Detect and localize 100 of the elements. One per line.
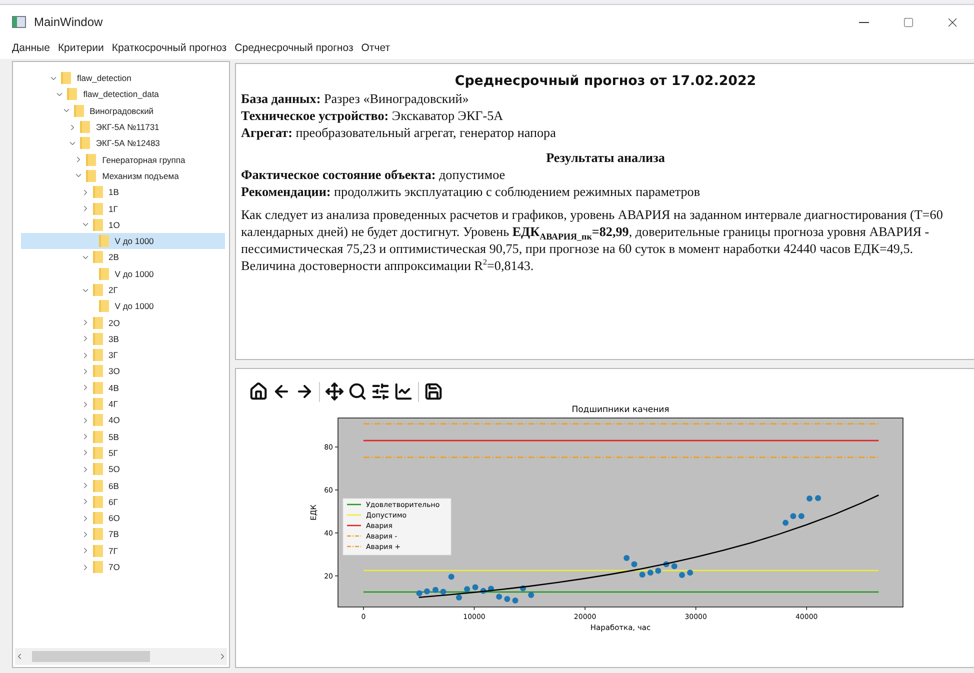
tree-label: 4Г <box>108 399 118 410</box>
tree-label: 3О <box>108 366 120 376</box>
tree-label: 7О <box>108 562 120 572</box>
save-button[interactable] <box>423 381 444 402</box>
configure-button[interactable] <box>370 381 391 402</box>
tree-label: 4В <box>108 382 119 393</box>
tree-label: 6О <box>108 513 120 524</box>
tree-label: 6Г <box>108 496 118 507</box>
tree-item[interactable]: 2О <box>21 314 225 331</box>
sliders-icon <box>371 382 390 401</box>
folder-icon <box>80 121 90 134</box>
folder-icon <box>92 316 102 329</box>
tree-item[interactable]: 4В <box>21 380 225 396</box>
tree-item[interactable]: 1Г <box>21 200 225 217</box>
tree-item[interactable]: 6Г <box>21 494 225 510</box>
tree-item[interactable]: flaw_detection_data <box>21 86 225 103</box>
tree-item[interactable]: 5Г <box>21 444 225 462</box>
detail-line: Техническое устройство: Экскаватор ЭКГ-5А <box>241 107 504 124</box>
tree-item[interactable]: 6О <box>21 510 225 526</box>
folder-icon <box>61 72 71 84</box>
scrollbar-thumb[interactable] <box>32 651 150 662</box>
folder-icon <box>92 544 102 557</box>
tree-item[interactable]: 4Г <box>21 396 225 412</box>
tree-label: 3В <box>108 334 119 344</box>
tree-item[interactable]: 2Г <box>21 282 225 298</box>
tree-item[interactable]: 3В <box>21 330 225 348</box>
folder-icon <box>92 202 102 215</box>
tree-item[interactable]: ЭКГ-5А №11731 <box>21 118 225 136</box>
scroll-right-icon[interactable] <box>218 652 227 661</box>
tree-item[interactable]: ЭКГ-5А №12483 <box>21 135 225 152</box>
menu-item[interactable]: Данные <box>8 42 54 54</box>
horizontal-scrollbar[interactable] <box>15 648 227 665</box>
detail-line: База данных: Разрез «Виноградовский» <box>241 90 470 107</box>
tree-label: 5О <box>108 464 120 474</box>
tree-item[interactable]: 7О <box>21 558 225 576</box>
folder-icon <box>92 446 102 459</box>
tree-label: ЭКГ-5А №11731 <box>96 122 160 132</box>
folder-icon <box>92 332 102 345</box>
detail-line: Агрегат: преобразовательный агрегат, генератор напора <box>241 124 557 141</box>
tree-item[interactable]: 1В <box>21 184 225 200</box>
tree-item[interactable]: 3Г <box>21 347 225 364</box>
folder-icon <box>92 430 102 443</box>
tree-item[interactable]: 7В <box>21 526 225 543</box>
section-title: Результаты анализа <box>545 149 666 166</box>
folder-icon <box>80 137 90 150</box>
maximize-icon <box>902 16 914 28</box>
tree-item[interactable]: 2В <box>21 249 225 266</box>
menu-item[interactable]: Критерии <box>54 42 108 54</box>
tree-label: 7Г <box>108 546 118 556</box>
tree-item[interactable]: 5В <box>21 428 225 445</box>
tree-item[interactable]: 1О <box>21 216 225 233</box>
tree-label: 5Г <box>108 448 118 458</box>
tree-label: V до 1000 <box>114 301 154 312</box>
menu-item[interactable]: Среднесрочный прогноз <box>230 42 358 54</box>
tree-item[interactable]: 4О <box>21 412 225 429</box>
folder-icon <box>86 170 96 182</box>
tree-item[interactable]: V до 1000 <box>21 298 225 314</box>
tree-item[interactable]: Генераторная группа <box>21 151 225 168</box>
menu-item[interactable]: Отчет <box>357 42 394 54</box>
zoom-button[interactable] <box>347 381 368 402</box>
folder-icon <box>92 186 102 198</box>
finding-line: Фактическое состояние объекта: допустимое <box>241 166 506 183</box>
folder-icon <box>92 251 102 264</box>
tree-item[interactable]: 5О <box>21 461 225 478</box>
report-title: Среднесрочный прогноз от 17.02.2022 <box>454 74 758 90</box>
folder-icon <box>67 88 78 100</box>
tree-label: 1О <box>108 220 120 230</box>
tree-item[interactable]: 7Г <box>21 542 225 559</box>
arrow-right-icon <box>295 382 314 401</box>
tree-item[interactable]: Виноградовский <box>21 102 225 119</box>
tree-label: flaw_detection_data <box>83 89 159 100</box>
tree-item[interactable]: 6В <box>21 477 225 494</box>
folder-icon <box>92 528 102 540</box>
window-title: MainWindow <box>34 15 104 29</box>
folder-icon <box>92 561 102 574</box>
home-icon <box>249 382 268 401</box>
tree-item[interactable]: 3О <box>21 363 225 380</box>
tree-label: 2Г <box>108 285 118 295</box>
tree-item[interactable]: flaw_detection <box>21 70 225 86</box>
folder-icon <box>92 365 102 378</box>
tree-label: 6В <box>108 480 119 491</box>
tree-label: 5В <box>108 432 119 442</box>
edit-axes-button[interactable] <box>393 381 414 402</box>
pan-button[interactable] <box>324 381 345 402</box>
tree-item[interactable]: V до 1000 <box>21 266 225 282</box>
tree-label: Виноградовский <box>90 106 154 116</box>
tree-label: 2О <box>108 318 120 328</box>
scroll-left-icon[interactable] <box>15 652 24 661</box>
finding-line: Рекомендации: продолжить эксплуатацию с соблюдением режимных параметров <box>241 183 702 200</box>
folder-icon <box>98 300 109 312</box>
menu-item[interactable]: Краткосрочный прогноз <box>108 42 231 54</box>
save-icon <box>424 382 443 401</box>
home-button[interactable] <box>248 381 269 402</box>
tree-item[interactable]: Механизм подъема <box>21 168 225 184</box>
tree-label: V до 1000 <box>114 236 154 246</box>
folder-icon <box>92 512 102 524</box>
tree-item[interactable]: V до 1000 <box>21 232 225 250</box>
tree-label: 7В <box>108 529 119 540</box>
search-icon <box>348 382 367 401</box>
folder-icon <box>92 480 102 492</box>
